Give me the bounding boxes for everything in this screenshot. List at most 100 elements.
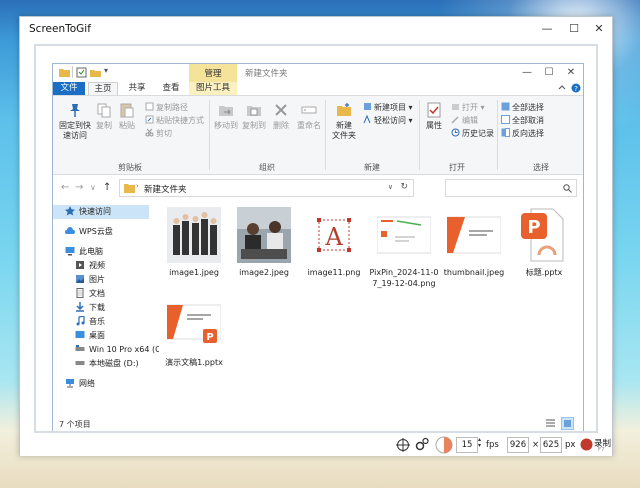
invert-selection-icon: [501, 128, 510, 137]
slide-thumbnail: [447, 216, 501, 254]
cloud-icon: [65, 227, 75, 234]
folder-icon: [124, 184, 135, 193]
file-item[interactable]: P 标题.pptx: [509, 207, 579, 279]
crosshair-icon[interactable]: [396, 438, 410, 452]
copy-to-icon: [247, 106, 261, 116]
select-none-icon: [501, 115, 510, 124]
fps-input[interactable]: 15: [456, 437, 478, 453]
sidebar-item-desktop[interactable]: 桌面: [75, 329, 105, 343]
breadcrumb[interactable]: 新建文件夹: [144, 183, 187, 195]
sidebar-item-pictures[interactable]: 图片: [75, 273, 105, 287]
search-input[interactable]: [445, 179, 577, 197]
file-item[interactable]: P 演示文稿1.pptx: [159, 297, 229, 369]
sidebar-item-wps-cloud[interactable]: WPS云盘: [65, 225, 113, 239]
open-button[interactable]: 打开 ▾: [451, 102, 485, 113]
record-button[interactable]: 录制 F7: [580, 437, 614, 454]
history-button[interactable]: 历史记录: [451, 128, 494, 139]
new-folder-icon[interactable]: [90, 67, 101, 78]
group-label-new: 新建: [364, 163, 380, 172]
file-item[interactable]: thumbnail.jpeg: [439, 207, 509, 279]
tab-home[interactable]: 主页: [88, 82, 118, 95]
settings-icon[interactable]: [415, 437, 429, 451]
group-label-open: 打开: [449, 163, 465, 172]
paste-shortcut-button[interactable]: 粘贴快捷方式: [145, 115, 204, 126]
drive-icon: [75, 361, 85, 365]
scissors-icon: [145, 128, 154, 137]
invert-selection-button[interactable]: 反向选择: [501, 128, 544, 139]
pptx-file-icon: P: [521, 208, 564, 262]
copy-button[interactable]: 复制: [93, 102, 115, 131]
select-none-button[interactable]: 全部取消: [501, 115, 544, 126]
easy-access-button[interactable]: 轻松访问 ▾: [363, 115, 413, 126]
new-folder-button[interactable]: 新建 文件夹: [328, 102, 360, 141]
sidebar-item-drive-d[interactable]: 本地磁盘 (D:): [75, 357, 139, 371]
explorer-minimize-button[interactable]: —: [517, 66, 537, 80]
details-view-icon[interactable]: [545, 418, 556, 429]
tab-picture-tools[interactable]: 图片工具: [189, 82, 237, 95]
svg-text:P: P: [527, 217, 540, 238]
explorer-close-button[interactable]: ✕: [561, 66, 581, 80]
file-name: PixPin_2024-11-07_19-12-04.png: [369, 268, 439, 288]
forward-button[interactable]: →: [75, 182, 83, 193]
collapse-ribbon-icon[interactable]: [558, 84, 566, 92]
file-name: image11.png: [307, 268, 361, 277]
recent-locations-button[interactable]: ∨: [90, 183, 96, 192]
sidebar-item-downloads[interactable]: 下载: [75, 301, 105, 315]
properties-icon[interactable]: [76, 67, 87, 78]
explorer-maximize-button[interactable]: ☐: [539, 66, 559, 80]
minimize-button[interactable]: —: [534, 19, 560, 39]
file-item[interactable]: A image11.png: [299, 207, 369, 279]
new-item-button[interactable]: 新建项目 ▾: [363, 102, 413, 113]
quick-access-dropdown-icon[interactable]: ▾: [104, 66, 108, 75]
group-divider: [209, 100, 210, 170]
pin-quick-access-button[interactable]: 固定到快 速访问: [55, 102, 95, 141]
copy-to-button[interactable]: 复制到: [241, 102, 267, 131]
tab-file[interactable]: 文件: [53, 82, 85, 95]
maximize-button[interactable]: ☐: [561, 19, 587, 39]
explorer-window: ▾ 管理 新建文件夹 — ☐ ✕ 文件 主页 共享 查看 图片工具 ? 固定到快…: [52, 63, 584, 431]
sidebar-item-quick-access[interactable]: 快速访问: [53, 205, 149, 219]
new-folder-icon: [337, 103, 351, 116]
refresh-icon[interactable]: ↻: [400, 182, 408, 192]
tab-share[interactable]: 共享: [123, 82, 151, 95]
file-item[interactable]: PixPin_2024-11-07_19-12-04.png: [369, 207, 439, 303]
height-input[interactable]: 625: [540, 437, 562, 453]
sidebar-item-documents[interactable]: 文档: [75, 287, 105, 301]
fps-label: fps: [486, 440, 499, 450]
sidebar-item-music[interactable]: 音乐: [75, 315, 105, 329]
rename-button[interactable]: 重命名: [295, 102, 323, 131]
move-to-button[interactable]: 移动到: [213, 102, 239, 131]
large-icons-view-icon[interactable]: [561, 417, 574, 430]
close-button[interactable]: ✕: [586, 19, 612, 39]
paste-button[interactable]: 粘贴: [116, 102, 138, 131]
group-divider: [497, 100, 498, 170]
svg-text:?: ?: [574, 85, 578, 93]
move-to-icon: [219, 106, 233, 116]
properties-button[interactable]: 属性: [421, 102, 447, 131]
delete-button[interactable]: 删除: [269, 102, 293, 131]
help-icon[interactable]: ?: [571, 83, 581, 93]
file-item[interactable]: image2.jpeg: [229, 207, 299, 279]
edit-button[interactable]: 编辑: [451, 115, 478, 126]
tab-view[interactable]: 查看: [157, 82, 185, 95]
sidebar-item-videos[interactable]: 视频: [75, 259, 105, 273]
width-input[interactable]: 926: [507, 437, 529, 453]
back-button[interactable]: ←: [61, 182, 69, 193]
file-item[interactable]: image1.jpeg: [159, 207, 229, 279]
up-button[interactable]: ↑: [103, 182, 111, 193]
fps-stepper-icon[interactable]: ▴ ▾: [478, 437, 481, 449]
address-dropdown-icon[interactable]: ∨: [388, 183, 393, 191]
rename-icon: [301, 106, 317, 114]
cut-button[interactable]: 剪切: [145, 128, 172, 139]
sidebar-item-network[interactable]: 网络: [65, 377, 95, 391]
address-bar[interactable]: › 新建文件夹 ∨ ↻: [119, 179, 414, 197]
properties-icon: [427, 102, 441, 118]
select-all-button[interactable]: 全部选择: [501, 102, 544, 113]
sidebar-item-this-pc[interactable]: 此电脑: [65, 245, 103, 259]
slide-pptx-thumbnail: P: [167, 304, 221, 343]
sidebar-item-drive-c[interactable]: Win 10 Pro x64 (C: [75, 343, 161, 357]
address-bar-row: ← → ∨ ↑ › 新建文件夹 ∨ ↻: [53, 175, 583, 201]
navigation-pane: 快速访问 WPS云盘 此电脑 视频 图片 文档 下载 音乐 桌面 Win 10 …: [53, 201, 161, 413]
copy-icon: [97, 103, 111, 118]
copy-path-button[interactable]: 复制路径: [145, 102, 188, 113]
